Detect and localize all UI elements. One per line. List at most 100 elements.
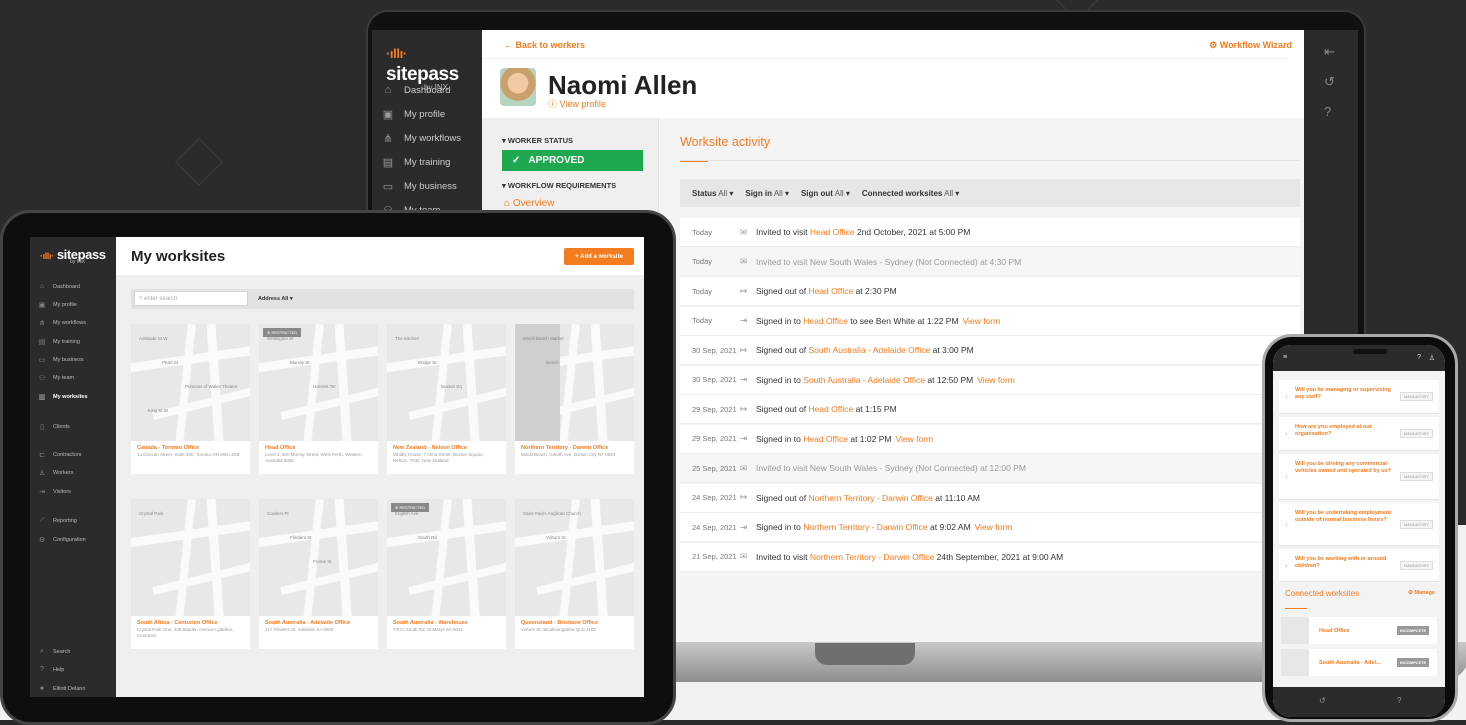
question-item[interactable]: › Will you be undertaking employment outs…: [1279, 503, 1439, 546]
worksite-name[interactable]: Head Office: [1319, 628, 1397, 634]
sidebar-item-my-business[interactable]: ▭ My business: [382, 180, 457, 193]
contractors-icon: ⊏: [39, 452, 45, 459]
worksite-link[interactable]: South Australia - Adelaide Office: [803, 375, 925, 385]
sidebar-item-my-workflows[interactable]: ⋔ My workflows: [382, 132, 461, 145]
view-form-link[interactable]: View form: [977, 375, 1015, 385]
history-icon[interactable]: ↺: [1324, 74, 1335, 90]
sidebar-item-my-profile[interactable]: ▣ My profile: [382, 108, 445, 121]
menu-icon[interactable]: ≡: [1283, 354, 1287, 361]
view-form-link[interactable]: View form: [963, 316, 1001, 326]
map-road: [206, 499, 225, 616]
address-filter[interactable]: Address All ▾: [258, 296, 293, 302]
worksite-card[interactable]: English Ave South Rd ⊘ RESTRICTED South Aus…: [387, 499, 506, 649]
worksite-link[interactable]: Head Office: [810, 227, 855, 237]
worksite-link[interactable]: Northern Territory - Darwin Office: [803, 522, 927, 532]
sidebar-item-my-worksites[interactable]: ▥ My worksites: [38, 393, 88, 401]
worksite-name[interactable]: Head Office: [259, 441, 378, 451]
sidebar-item-my-workflows[interactable]: ⋔ My workflows: [38, 319, 86, 327]
worksite-card[interactable]: Crystal Park South Africa - Centurion Off…: [131, 499, 250, 649]
worksite-link[interactable]: Northern Territory - Darwin Office: [810, 552, 934, 562]
sidebar-item-search[interactable]: ⌕ Search: [38, 648, 70, 656]
connected-worksite-row[interactable]: South Australia - Adel... INCOMPLETE: [1281, 649, 1437, 676]
sidebar-item-contractors[interactable]: ⊏ Contractors: [38, 451, 81, 459]
filter-sign-out[interactable]: Sign out All ▾: [801, 189, 850, 198]
question-item[interactable]: › Will you be managing or supervising any…: [1279, 380, 1439, 414]
filter-status[interactable]: Status All ▾: [692, 189, 733, 198]
sidebar-item-my-profile[interactable]: ▣ My profile: [38, 301, 77, 309]
sidebar-item-help[interactable]: ? Help: [38, 666, 64, 673]
worksite-card[interactable]: Adelaide St W Pearl St Princess of Wales T…: [131, 324, 250, 474]
worksite-name[interactable]: South Africa - Centurion Office: [131, 616, 250, 626]
worksite-link[interactable]: New South Wales - Sydney (Not Connected): [810, 257, 978, 267]
mail-icon: ✉: [740, 462, 748, 473]
divider: [680, 160, 1300, 161]
worker-status-heading[interactable]: ▾ WORKER STATUS: [502, 136, 573, 145]
worksite-name[interactable]: South Australia - Adel...: [1319, 660, 1397, 666]
help-icon: ?: [40, 666, 44, 673]
sidebar-item-my-training[interactable]: ▤ My training: [38, 338, 80, 346]
worksite-name[interactable]: Canada - Toronto Office: [131, 441, 250, 451]
question-text: Will you be managing or supervising any …: [1295, 387, 1391, 401]
help-icon[interactable]: ?: [1324, 104, 1331, 119]
activity-text: Signed out of Head Office at 1:15 PM: [756, 404, 897, 414]
activity-suffix: at 3:00 PM: [930, 345, 974, 355]
history-icon[interactable]: ↺: [1319, 696, 1326, 705]
question-item[interactable]: › Will you be driving any commercial vehi…: [1279, 454, 1439, 500]
overview-link[interactable]: ⌂ Overview: [504, 198, 555, 209]
visitors-icon: ⇥: [39, 489, 45, 496]
view-profile-link[interactable]: ⓘ View profile: [548, 97, 606, 110]
worksite-card[interactable]: Mindil Beach Market Beach Northern Territo…: [515, 324, 634, 474]
worksite-link[interactable]: Northern Territory - Darwin Office: [808, 493, 932, 503]
connected-worksite-row[interactable]: Head Office INCOMPLETE: [1281, 617, 1437, 644]
help-icon[interactable]: ?: [1397, 696, 1401, 705]
question-item[interactable]: › How are you employed at our organisatio…: [1279, 417, 1439, 451]
sidebar-item-reporting[interactable]: ⟋ Reporting: [38, 517, 77, 525]
worksite-name[interactable]: New Zealand - Nelson Office: [387, 441, 506, 451]
sidebar-item-visitors[interactable]: ⇥ Visitors: [38, 488, 71, 496]
back-to-workers-link[interactable]: ← Back to workers: [504, 40, 585, 50]
filter-sign-in[interactable]: Sign in All ▾: [745, 189, 789, 198]
search-input[interactable]: ⌕ enter search: [134, 291, 248, 306]
worksite-name[interactable]: Queensland - Brisbane Office: [515, 616, 634, 626]
sidebar-item-dashboard[interactable]: ⌂ Dashboard: [382, 84, 451, 96]
worksite-card[interactable]: The Kitchen Bridge St Buxton Sq New Zealand…: [387, 324, 506, 474]
worksite-link[interactable]: South Australia - Adelaide Office: [808, 345, 930, 355]
sidebar-item-dashboard[interactable]: ⌂ Dashboard: [38, 283, 80, 290]
sidebar-item-my-team[interactable]: ⚇ My team: [38, 374, 74, 382]
sidebar-item-my-training[interactable]: ▤ My training: [382, 156, 451, 169]
avatar-icon: ●: [39, 685, 45, 692]
workflow-wizard-button[interactable]: ⚙ Workflow Wizard: [1209, 40, 1292, 51]
worksite-link[interactable]: New South Wales - Sydney (Not Connected): [810, 463, 978, 473]
worksite-name[interactable]: Northern Territory - Darwin Office: [515, 441, 634, 451]
view-form-link[interactable]: View form: [975, 522, 1013, 532]
sidebar-item-my-business[interactable]: ▭ My business: [38, 356, 84, 364]
workflow-requirements-heading[interactable]: ▾ WORKFLOW REQUIREMENTS: [502, 181, 616, 190]
worksite-card[interactable]: Saint Paul's Anglican Church Vulture St Qu…: [515, 499, 634, 649]
filter-connected-worksites[interactable]: Connected worksites All ▾: [862, 189, 959, 198]
question-item[interactable]: › Will you be working with or around chil…: [1279, 549, 1439, 582]
help-icon[interactable]: ?: [1417, 354, 1421, 361]
user-icon[interactable]: ♙: [1429, 354, 1435, 362]
activity-suffix: 24th September, 2021 at 9:00 AM: [934, 551, 1064, 562]
add-worksite-button[interactable]: + Add a worksite: [564, 248, 634, 265]
worksite-link[interactable]: Head Office: [803, 434, 848, 444]
sidebar-item-configuration[interactable]: ⚙ Configuration: [38, 536, 86, 544]
worksite-card[interactable]: Cowlers Pl Flinders St Frome St South Austr…: [259, 499, 378, 649]
activity-text: Signed in to Northern Territory - Darwin…: [756, 522, 1012, 532]
manage-button[interactable]: ⚙ Manage: [1408, 590, 1435, 596]
worksite-name[interactable]: South Australia - Warehouse: [387, 616, 506, 626]
worksite-link[interactable]: Head Office: [808, 286, 853, 296]
sidebar-item-elliott-delano[interactable]: ● Elliott Delano: [38, 685, 86, 692]
worksite-link[interactable]: Head Office: [808, 404, 853, 414]
worksite-link[interactable]: Head Office: [803, 316, 848, 326]
sidebar-item-workers[interactable]: ♙ Workers: [38, 469, 74, 477]
collapse-icon[interactable]: ⇤: [1324, 44, 1335, 60]
view-form-link[interactable]: View form: [895, 434, 933, 444]
worksite-name[interactable]: South Australia - Adelaide Office: [259, 616, 378, 626]
worksite-card[interactable]: Wellington St Murray St Harvest Ter ⊘ RESTR…: [259, 324, 378, 474]
activity-date: 29 Sep, 2021: [692, 404, 737, 414]
sidebar-item-clients[interactable]: ▯ Clients: [38, 423, 70, 431]
sitepass-logo[interactable]: ·ıllı· sitepass by INX: [40, 247, 106, 265]
map-road: [174, 324, 196, 441]
worksites-header: My worksites + Add a worksite: [116, 237, 644, 275]
